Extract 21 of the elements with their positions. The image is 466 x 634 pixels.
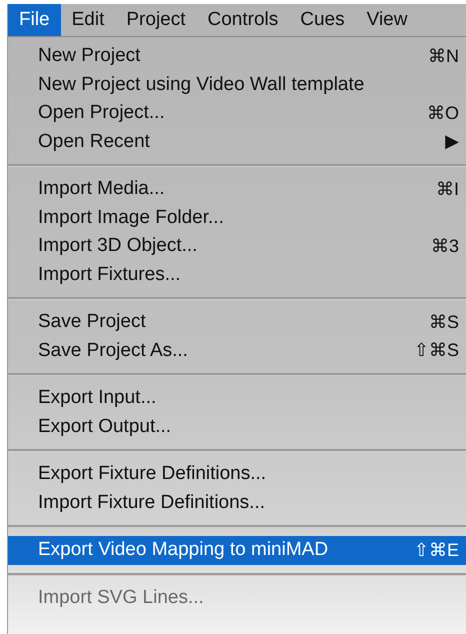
- menu-item[interactable]: Export Fixture Definitions...: [8, 460, 466, 488]
- menu-item[interactable]: Import Fixture Definitions...: [8, 488, 466, 517]
- menu-item[interactable]: Save Project ⌘S: [8, 308, 466, 336]
- menu-bar-item[interactable]: Cues: [289, 4, 356, 36]
- menu-item[interactable]: Open Recent ▶: [8, 128, 466, 156]
- menu-item[interactable]: Import Media... ⌘I: [8, 175, 466, 204]
- menu-bar-item[interactable]: Project: [115, 4, 197, 36]
- menu-bar-item[interactable]: Controls: [196, 4, 290, 36]
- menu-bar-item[interactable]: File: [8, 4, 61, 36]
- menu-item[interactable]: New Project ⌘N: [8, 42, 466, 70]
- menu-item[interactable]: Import Fixtures...: [8, 260, 466, 289]
- menu-item[interactable]: New Project using Video Wall template: [8, 70, 466, 99]
- menu-bar-item[interactable]: Edit: [60, 4, 116, 36]
- menu-item[interactable]: Import Image Folder...: [8, 204, 466, 232]
- menu-item[interactable]: Import 3D Object... ⌘3: [8, 232, 466, 260]
- menu-item[interactable]: Open Project... ⌘O: [8, 99, 466, 128]
- menu-item[interactable]: Export Input...: [8, 384, 466, 412]
- menu-item[interactable]: Export Video Mapping to miniMAD ⇧⌘E: [8, 536, 466, 564]
- menu-bar-item[interactable]: View: [356, 4, 418, 36]
- menu-item[interactable]: Save Project As... ⇧⌘S: [8, 336, 466, 365]
- menu-item[interactable]: Export Output...: [8, 412, 466, 441]
